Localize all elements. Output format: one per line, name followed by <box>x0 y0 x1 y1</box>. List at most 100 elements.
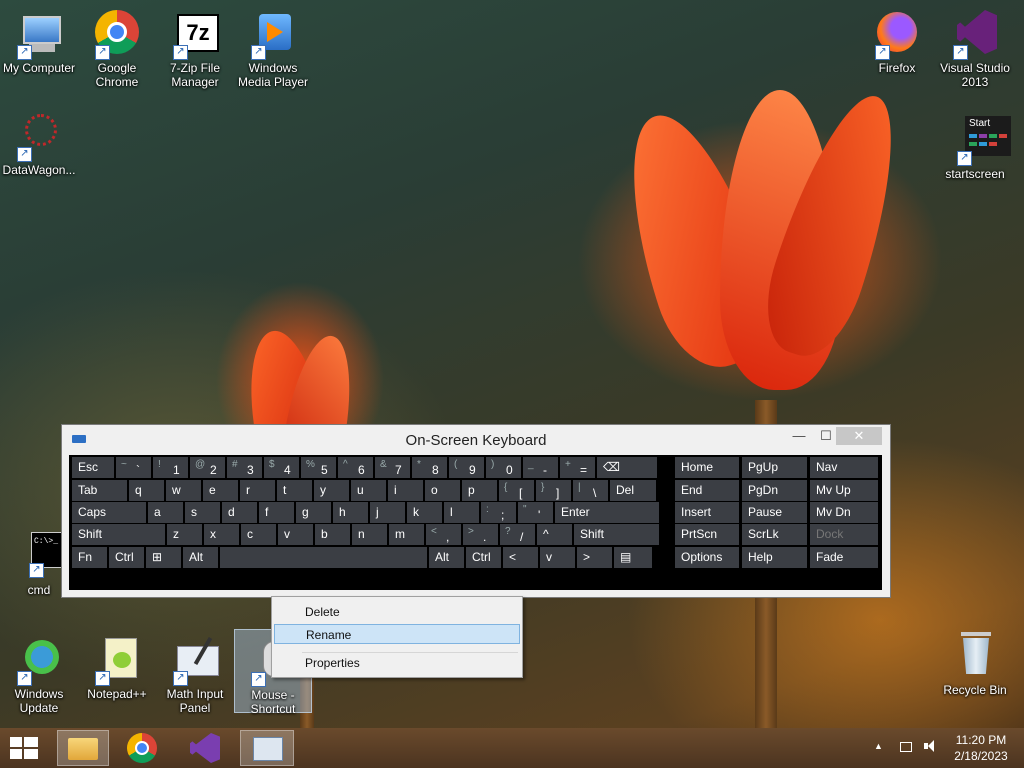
tray-overflow-arrow[interactable]: ▲ <box>874 741 883 751</box>
key-2-4[interactable]: f <box>259 502 294 523</box>
key-1-3[interactable]: e <box>203 480 238 501</box>
nav-key-1-0[interactable]: End <box>675 480 739 501</box>
key-1-12[interactable]: }] <box>536 480 571 501</box>
key-2-10[interactable]: :; <box>481 502 516 523</box>
desktop-icon-datawagon[interactable]: ↗ DataWagon... <box>0 112 78 177</box>
key-0-8[interactable]: & 7 <box>375 457 410 478</box>
key-1-8[interactable]: i <box>388 480 423 501</box>
desktop-icon-recycle-bin[interactable]: Recycle Bin <box>936 632 1014 697</box>
desktop-icon-7zip[interactable]: 7z ↗ 7-Zip File Manager <box>156 10 234 89</box>
nav-key-2-2[interactable]: Mv Dn <box>810 502 878 523</box>
key-3-8[interactable]: <, <box>426 524 461 545</box>
key-4-2[interactable]: ⊞ <box>146 547 181 568</box>
desktop-icon-startscreen[interactable]: Start ↗ startscreen <box>936 116 1014 181</box>
key-2-2[interactable]: s <box>185 502 220 523</box>
key-1-5[interactable]: t <box>277 480 312 501</box>
key-3-9[interactable]: >. <box>463 524 498 545</box>
nav-key-3-1[interactable]: ScrLk <box>742 524 807 545</box>
taskbar-osk[interactable] <box>240 730 294 766</box>
clock[interactable]: 11:20 PM 2/18/2023 <box>946 733 1016 763</box>
key-3-6[interactable]: n <box>352 524 387 545</box>
key-4-9[interactable]: > <box>577 547 612 568</box>
nav-key-2-1[interactable]: Pause <box>742 502 807 523</box>
key-2-5[interactable]: g <box>296 502 331 523</box>
desktop-icon-visual-studio[interactable]: ↗ Visual Studio 2013 <box>936 10 1014 89</box>
desktop-icon-firefox[interactable]: ↗ Firefox <box>858 10 936 75</box>
nav-key-0-2[interactable]: Nav <box>810 457 878 478</box>
key-1-1[interactable]: q <box>129 480 164 501</box>
key-1-14[interactable]: Del <box>610 480 656 501</box>
key-2-0[interactable]: Caps <box>72 502 146 523</box>
key-1-0[interactable]: Tab <box>72 480 127 501</box>
nav-key-4-2[interactable]: Fade <box>810 547 878 568</box>
key-3-0[interactable]: Shift <box>72 524 165 545</box>
key-4-10[interactable]: ▤ <box>614 547 652 568</box>
menu-item-properties[interactable]: Properties <box>274 653 520 673</box>
desktop-icon-google-chrome[interactable]: ↗ Google Chrome <box>78 10 156 89</box>
key-0-7[interactable]: ^ 6 <box>338 457 373 478</box>
nav-key-4-0[interactable]: Options <box>675 547 739 568</box>
key-4-8[interactable]: v <box>540 547 575 568</box>
key-3-4[interactable]: v <box>278 524 313 545</box>
nav-key-1-1[interactable]: PgDn <box>742 480 807 501</box>
taskbar-chrome[interactable] <box>120 730 166 766</box>
nav-key-1-2[interactable]: Mv Up <box>810 480 878 501</box>
key-1-6[interactable]: y <box>314 480 349 501</box>
desktop-icon-math-input-panel[interactable]: ↗ Math Input Panel <box>156 636 234 715</box>
nav-key-0-1[interactable]: PgUp <box>742 457 807 478</box>
nav-key-3-0[interactable]: PrtScn <box>675 524 739 545</box>
taskbar-file-explorer[interactable] <box>57 730 109 766</box>
key-3-1[interactable]: z <box>167 524 202 545</box>
key-3-5[interactable]: b <box>315 524 350 545</box>
key-4-7[interactable]: < <box>503 547 538 568</box>
key-3-11[interactable]: ^ <box>537 524 572 545</box>
key-2-7[interactable]: j <box>370 502 405 523</box>
key-3-3[interactable]: c <box>241 524 276 545</box>
osk-window[interactable]: On-Screen Keyboard — ☐ ✕ Esc ~ `! 1 @2 #3 $4% 5… <box>61 424 891 598</box>
close-button[interactable]: ✕ <box>836 427 882 445</box>
desktop-icon-my-computer[interactable]: ↗ My Computer <box>0 10 78 75</box>
desktop-icon-windows-update[interactable]: ↗ Windows Update <box>0 636 78 715</box>
key-0-3[interactable]: @2 <box>190 457 225 478</box>
menu-item-delete[interactable]: Delete <box>274 602 520 622</box>
key-0-4[interactable]: #3 <box>227 457 262 478</box>
key-1-10[interactable]: p <box>462 480 497 501</box>
volume-icon[interactable] <box>922 738 938 754</box>
key-3-12[interactable]: Shift <box>574 524 659 545</box>
key-0-1[interactable]: ~ ` <box>116 457 151 478</box>
key-4-5[interactable]: Alt <box>429 547 464 568</box>
key-4-1[interactable]: Ctrl <box>109 547 144 568</box>
key-0-12[interactable]: _ - <box>523 457 558 478</box>
key-1-11[interactable]: {[ <box>499 480 534 501</box>
key-4-3[interactable]: Alt <box>183 547 218 568</box>
key-0-14[interactable]: ⌫ <box>597 457 657 478</box>
nav-key-3-2[interactable]: Dock <box>810 524 878 545</box>
nav-key-0-0[interactable]: Home <box>675 457 739 478</box>
maximize-button[interactable]: ☐ <box>814 427 838 445</box>
key-2-1[interactable]: a <box>148 502 183 523</box>
key-4-0[interactable]: Fn <box>72 547 107 568</box>
key-0-9[interactable]: * 8 <box>412 457 447 478</box>
minimize-button[interactable]: — <box>787 427 811 445</box>
key-3-2[interactable]: x <box>204 524 239 545</box>
nav-key-4-1[interactable]: Help <box>742 547 807 568</box>
key-1-2[interactable]: w <box>166 480 201 501</box>
network-icon[interactable] <box>898 740 914 754</box>
key-3-7[interactable]: m <box>389 524 424 545</box>
key-2-3[interactable]: d <box>222 502 257 523</box>
nav-key-2-0[interactable]: Insert <box>675 502 739 523</box>
key-0-5[interactable]: $4 <box>264 457 299 478</box>
key-1-4[interactable]: r <box>240 480 275 501</box>
key-0-10[interactable]: (9 <box>449 457 484 478</box>
key-0-13[interactable]: + = <box>560 457 595 478</box>
key-3-10[interactable]: ? / <box>500 524 535 545</box>
desktop-icon-notepadpp[interactable]: ↗ Notepad++ <box>78 636 156 701</box>
key-0-0[interactable]: Esc <box>72 457 114 478</box>
osk-titlebar[interactable]: On-Screen Keyboard — ☐ ✕ <box>62 425 890 453</box>
key-2-6[interactable]: h <box>333 502 368 523</box>
key-0-2[interactable]: ! 1 <box>153 457 188 478</box>
desktop-icon-windows-media-player[interactable]: ↗ Windows Media Player <box>234 10 312 89</box>
start-button[interactable] <box>0 730 46 766</box>
key-0-11[interactable]: ) 0 <box>486 457 521 478</box>
taskbar-visual-studio[interactable] <box>182 730 228 766</box>
